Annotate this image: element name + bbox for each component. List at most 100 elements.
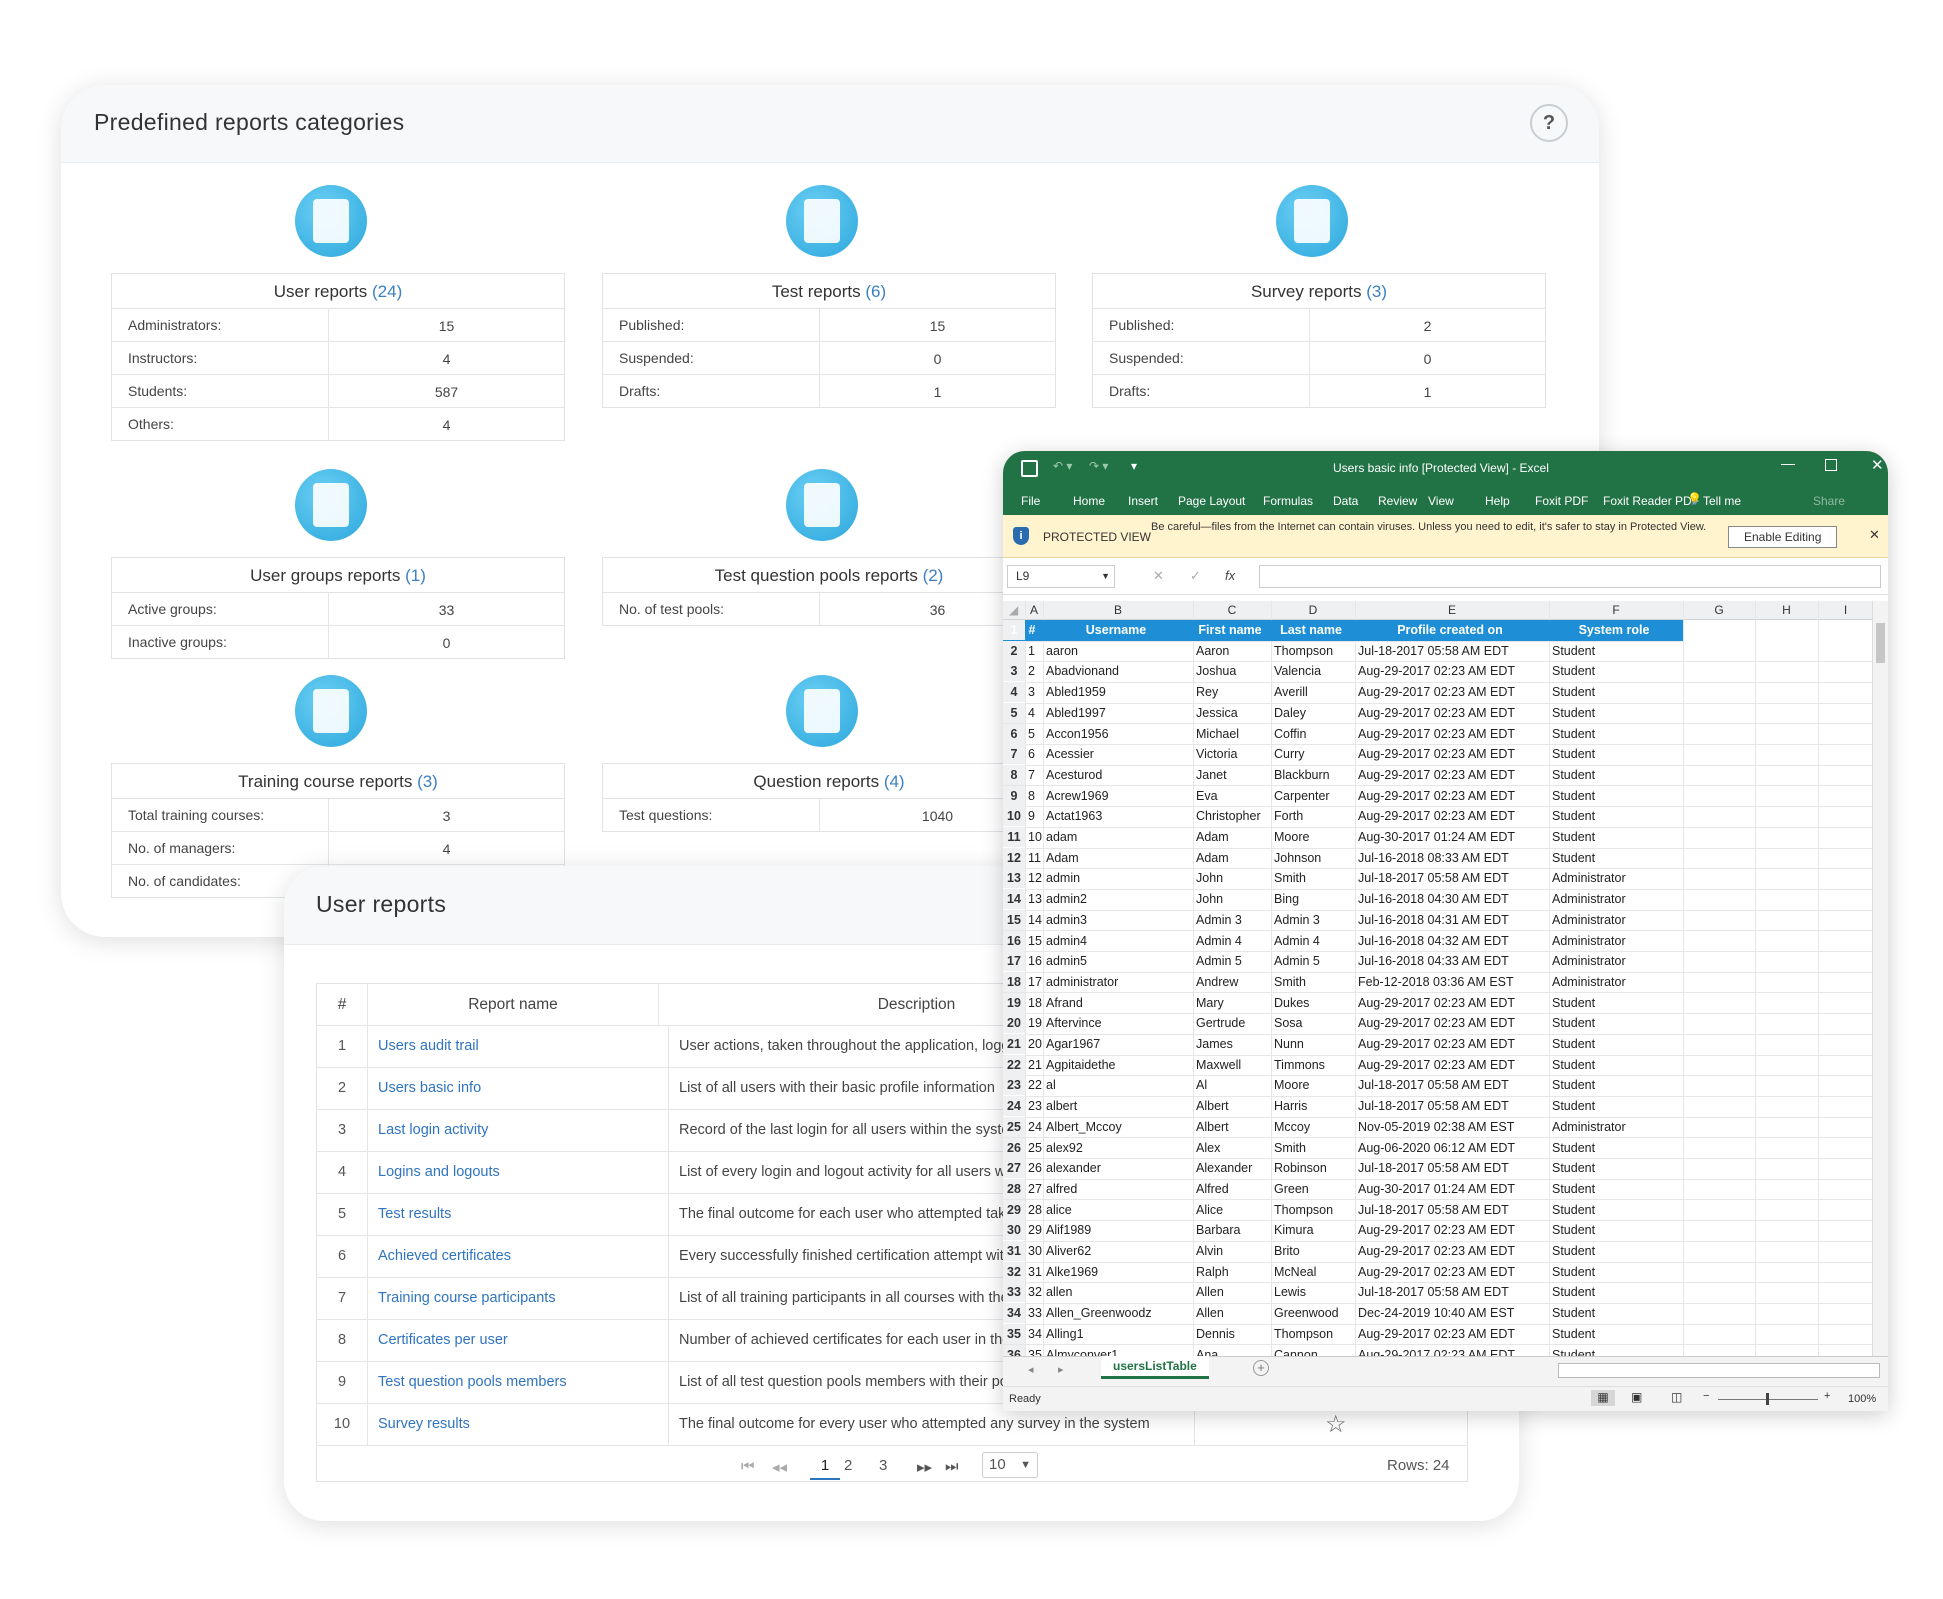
cell[interactable]: Student: [1552, 1161, 1682, 1175]
row-number[interactable]: 22: [1003, 1054, 1025, 1075]
sheet-row[interactable]: 14 13 admin2 John Bing Jul-16-2018 04:30 AM E…: [1003, 889, 1873, 911]
row-number[interactable]: 26: [1003, 1137, 1025, 1158]
cell[interactable]: Student: [1552, 1244, 1682, 1258]
cell[interactable]: Alif1989: [1046, 1223, 1192, 1237]
cell[interactable]: Jul-18-2017 05:58 AM EDT: [1358, 1161, 1548, 1175]
cell[interactable]: Student: [1552, 664, 1682, 678]
cell[interactable]: Student: [1552, 727, 1682, 741]
row-number[interactable]: 27: [1003, 1158, 1025, 1179]
cell[interactable]: Alling1: [1046, 1327, 1192, 1341]
cell[interactable]: Administrator: [1552, 871, 1682, 885]
cell[interactable]: Andrew: [1196, 975, 1270, 989]
cell[interactable]: Maxwell: [1196, 1058, 1270, 1072]
cell[interactable]: Aug-29-2017 02:23 AM EDT: [1358, 809, 1548, 823]
cell[interactable]: Abled1997: [1046, 706, 1192, 720]
sheet-row[interactable]: 28 27 alfred Alfred Green Aug-30-2017 01:24 A…: [1003, 1178, 1873, 1201]
scroll-thumb[interactable]: [1876, 623, 1885, 663]
cell[interactable]: Student: [1552, 1182, 1682, 1196]
menu-item-formulas[interactable]: Formulas: [1263, 494, 1313, 508]
row-number[interactable]: 24: [1003, 1096, 1025, 1117]
cell[interactable]: Aftervince: [1046, 1016, 1192, 1030]
column-header[interactable]: B: [1043, 603, 1193, 617]
cell[interactable]: Aug-29-2017 02:23 AM EDT: [1358, 1265, 1548, 1279]
cell[interactable]: Administrator: [1552, 975, 1682, 989]
cell[interactable]: Alex: [1196, 1141, 1270, 1155]
column-header[interactable]: E: [1355, 603, 1549, 617]
sheet-row[interactable]: 15 14 admin3 Admin 3 Admin 3 Jul-16-2018 04:3…: [1003, 909, 1873, 932]
cell[interactable]: Admin 5: [1274, 954, 1354, 968]
cell[interactable]: Administrator: [1552, 934, 1682, 948]
cell[interactable]: Jul-18-2017 05:58 AM EDT: [1358, 1099, 1548, 1113]
cell[interactable]: Moore: [1274, 830, 1354, 844]
cell[interactable]: Student: [1552, 830, 1682, 844]
sheet-row[interactable]: 35 34 Alling1 Dennis Thompson Aug-29-2017 02:…: [1003, 1323, 1873, 1346]
row-number[interactable]: 31: [1003, 1241, 1025, 1261]
cell[interactable]: Green: [1274, 1182, 1354, 1196]
cell[interactable]: Smith: [1274, 1141, 1354, 1155]
cell[interactable]: 3: [1028, 685, 1042, 699]
cell[interactable]: Brito: [1274, 1244, 1354, 1258]
cell[interactable]: Username: [1043, 623, 1189, 637]
column-header[interactable]: C: [1193, 603, 1271, 617]
cell[interactable]: Student: [1552, 685, 1682, 699]
cell[interactable]: Student: [1552, 644, 1682, 658]
page-size-select[interactable]: 10 ▼: [982, 1452, 1038, 1478]
sheet-header-row[interactable]: 1 # Username First name Last name Profile cre…: [1003, 620, 1683, 642]
cell[interactable]: Alvin: [1196, 1244, 1270, 1258]
cell[interactable]: Janet: [1196, 768, 1270, 782]
cell[interactable]: Ralph: [1196, 1265, 1270, 1279]
cell[interactable]: Student: [1552, 1078, 1682, 1092]
cell[interactable]: Dec-24-2019 10:40 AM EST: [1358, 1306, 1548, 1320]
cell[interactable]: Dennis: [1196, 1327, 1270, 1341]
cell[interactable]: alexander: [1046, 1161, 1192, 1175]
report-name-link[interactable]: Users audit trail: [368, 1026, 669, 1067]
cell[interactable]: Aug-29-2017 02:23 AM EDT: [1358, 768, 1548, 782]
cell[interactable]: Joshua: [1196, 664, 1270, 678]
cell[interactable]: alex92: [1046, 1141, 1192, 1155]
enable-editing-button[interactable]: Enable Editing: [1728, 526, 1838, 548]
menu-item-insert[interactable]: Insert: [1128, 494, 1158, 508]
cell[interactable]: admin4: [1046, 934, 1192, 948]
cell[interactable]: Acessier: [1046, 747, 1192, 761]
sheet-row[interactable]: 29 28 alice Alice Thompson Jul-18-2017 05:58 …: [1003, 1199, 1873, 1222]
sheet-tab[interactable]: usersListTable: [1101, 1356, 1209, 1379]
cell[interactable]: Allen_Greenwoodz: [1046, 1306, 1192, 1320]
cell[interactable]: Gertrude: [1196, 1016, 1270, 1030]
cell[interactable]: #: [1025, 623, 1039, 637]
sheet-row[interactable]: 2 1 aaron Aaron Thompson Jul-18-2017 05:58 AM…: [1003, 640, 1873, 663]
cell[interactable]: admin2: [1046, 892, 1192, 906]
cell[interactable]: Eva: [1196, 789, 1270, 803]
cell[interactable]: 28: [1028, 1203, 1042, 1217]
report-name-link[interactable]: Users basic info: [368, 1068, 669, 1109]
zoom-level[interactable]: 100%: [1848, 1393, 1876, 1405]
sheet-row[interactable]: 30 29 Alif1989 Barbara Kimura Aug-29-2017 02:…: [1003, 1220, 1873, 1242]
report-name-link[interactable]: Training course participants: [368, 1278, 669, 1319]
cell[interactable]: Michael: [1196, 727, 1270, 741]
cell[interactable]: Agpitaidethe: [1046, 1058, 1192, 1072]
cell[interactable]: Student: [1552, 1306, 1682, 1320]
column-header[interactable]: A: [1025, 603, 1043, 617]
cell[interactable]: Thompson: [1274, 1203, 1354, 1217]
cell[interactable]: Mary: [1196, 996, 1270, 1010]
row-number[interactable]: 19: [1003, 992, 1025, 1013]
report-name-link[interactable]: Logins and logouts: [368, 1152, 669, 1193]
cell[interactable]: Jul-18-2017 05:58 AM EDT: [1358, 1203, 1548, 1217]
cell[interactable]: Albert: [1196, 1099, 1270, 1113]
zoom-slider-thumb[interactable]: [1766, 1393, 1769, 1405]
cell[interactable]: 6: [1028, 747, 1042, 761]
cell[interactable]: Afrand: [1046, 996, 1192, 1010]
sheet-row[interactable]: 32 31 Alke1969 Ralph McNeal Aug-29-2017 02:23…: [1003, 1261, 1873, 1284]
sheet-row[interactable]: 27 26 alexander Alexander Robinson Jul-18-201…: [1003, 1158, 1873, 1180]
cell[interactable]: Student: [1552, 1327, 1682, 1341]
cell[interactable]: Aaron: [1196, 644, 1270, 658]
cell[interactable]: 5: [1028, 727, 1042, 741]
cell[interactable]: Jul-18-2017 05:58 AM EDT: [1358, 1285, 1548, 1299]
select-all-icon[interactable]: ◢: [1009, 603, 1018, 617]
cell[interactable]: Accon1956: [1046, 727, 1192, 741]
sheet-row[interactable]: 20 19 Aftervince Gertrude Sosa Aug-29-2017 02…: [1003, 1013, 1873, 1035]
name-box[interactable]: L9 ▼: [1007, 565, 1115, 588]
report-name-link[interactable]: Certificates per user: [368, 1320, 669, 1361]
close-bar-icon[interactable]: ✕: [1869, 527, 1880, 543]
row-number[interactable]: 18: [1003, 971, 1025, 992]
menu-item-share[interactable]: Share: [1813, 494, 1845, 508]
